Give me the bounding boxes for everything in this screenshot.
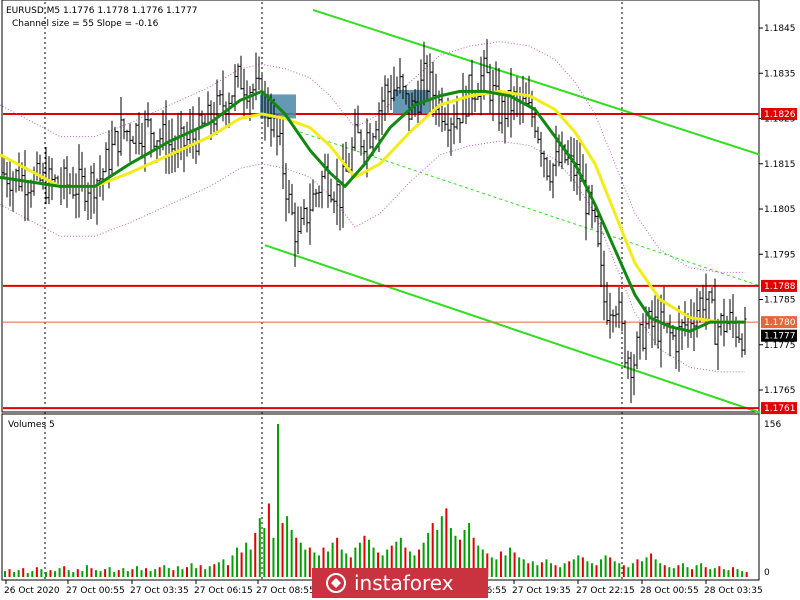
time-tick-label: 27 Oct 22:15 <box>576 586 635 596</box>
time-tick-label: 27 Oct 06:15 <box>194 586 253 596</box>
volume-max-label: 156 <box>764 420 781 430</box>
time-tick-label: 28 Oct 00:55 <box>640 586 699 596</box>
time-tick-label: 28 Oct 03:35 <box>704 586 763 596</box>
price-tick-label: 1.1815 <box>764 160 796 170</box>
price-tick-label: 1.1785 <box>764 296 796 306</box>
level-tag-1.1826: 1.1826 <box>764 110 796 120</box>
time-tick-label: 26 Oct 2020 <box>4 586 60 596</box>
price-tick-label: 1.1765 <box>764 386 796 396</box>
time-tick-label: 27 Oct 00:55 <box>66 586 125 596</box>
logo-text: instaforex <box>354 571 454 595</box>
price-tick-label: 1.1845 <box>764 24 796 34</box>
symbol-header: EURUSD,M5 1.1776 1.1778 1.1776 1.1777 <box>6 6 198 16</box>
bid-tag: 1.1780 <box>764 318 796 328</box>
level-tag-1.1761: 1.1761 <box>764 404 796 414</box>
time-tick-label: 27 Oct 03:35 <box>130 586 189 596</box>
volume-zero-label: 0 <box>764 568 770 578</box>
level-tag-1.1788: 1.1788 <box>764 282 796 292</box>
price-tick-label: 1.1775 <box>764 341 796 351</box>
time-tick-label: 27 Oct 08:55 <box>256 586 315 596</box>
volume-title: Volumes 5 <box>8 420 55 430</box>
price-tick-label: 1.1805 <box>764 205 796 215</box>
current-price-tag: 1.1777 <box>764 332 796 342</box>
time-tick-label: 27 Oct 19:35 <box>512 586 571 596</box>
price-tick-label: 1.1835 <box>764 69 796 79</box>
price-tick-label: 1.1795 <box>764 250 796 260</box>
instaforex-logo: instaforex <box>312 568 488 598</box>
indicator-header: Channel size = 55 Slope = -0.16 <box>12 19 159 29</box>
